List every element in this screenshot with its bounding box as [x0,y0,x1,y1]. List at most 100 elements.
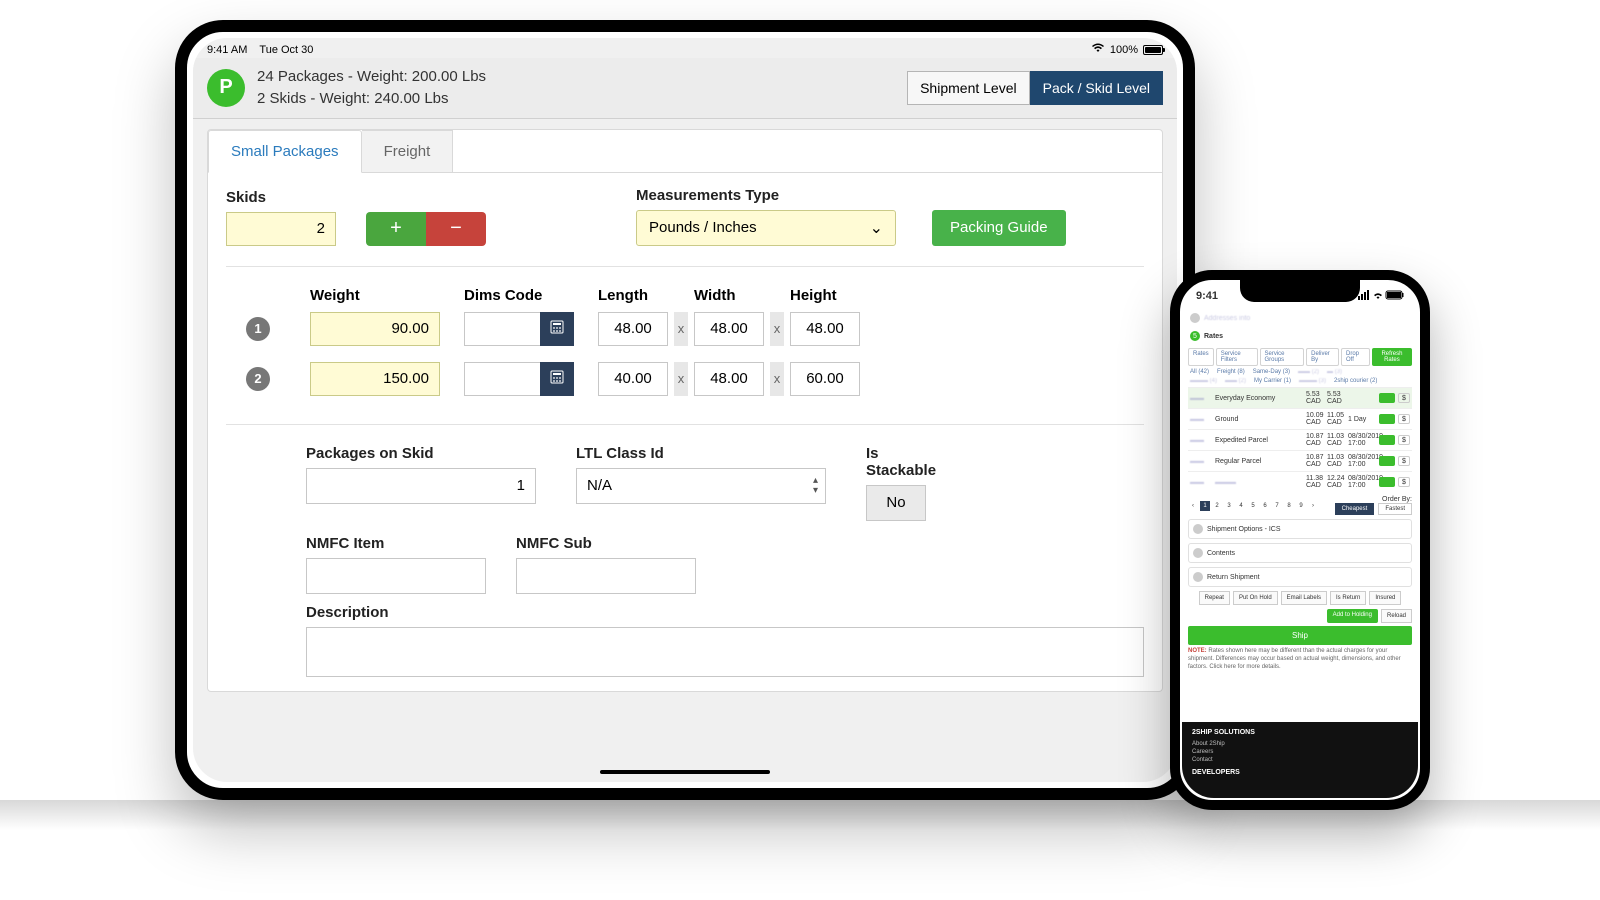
price-1: 11.38 CAD [1306,475,1324,489]
action-repeat[interactable]: Repeat [1199,591,1230,605]
action-is-return[interactable]: Is Return [1330,591,1366,605]
price-button[interactable]: $ [1398,456,1410,466]
rate-row[interactable]: ▬▬ Everyday Economy 5.53 CAD 5.53 CAD $ [1188,387,1412,408]
p-badge: P [207,69,245,107]
length-input[interactable] [598,312,668,346]
skids-input[interactable] [226,212,336,246]
select-rate-button[interactable] [1379,477,1395,487]
footer-link-about[interactable]: About 2Ship [1192,740,1408,748]
nmfc-item-input[interactable] [306,558,486,594]
description-input[interactable] [306,627,1144,677]
tab-freight[interactable]: Freight [362,130,454,172]
tab-small-packages[interactable]: Small Packages [208,130,362,173]
rate-row[interactable]: ▬▬ Ground 10.09 CAD 11.05 CAD 1 Day $ [1188,408,1412,429]
dims-code-input[interactable] [464,362,540,396]
page-number[interactable]: 3 [1224,501,1234,511]
section-shipment-options[interactable]: Shipment Options - ICS [1188,519,1412,539]
length-input[interactable] [598,362,668,396]
pagination[interactable]: ‹ 1 2 3 4 5 6 7 8 9 › [1188,501,1318,511]
page-number[interactable]: 4 [1236,501,1246,511]
packing-guide-button[interactable]: Packing Guide [932,210,1066,246]
section-contents[interactable]: Contents [1188,543,1412,563]
carrier-blurred[interactable]: ▬▬▬ (3) [1297,378,1328,384]
carrier-2ship[interactable]: 2ship courier (2) [1332,378,1379,384]
page-number[interactable]: 8 [1284,501,1294,511]
footer-link-careers[interactable]: Careers [1192,748,1408,756]
skids-label: Skids [226,189,486,206]
select-rate-button[interactable] [1379,414,1395,424]
select-rate-button[interactable] [1379,456,1395,466]
page-next[interactable]: › [1308,501,1318,511]
page-number[interactable]: 9 [1296,501,1306,511]
orderby-cheapest-button[interactable]: Cheapest [1335,503,1375,515]
section-return-shipment[interactable]: Return Shipment [1188,567,1412,587]
rate-row[interactable]: ▬▬ Expedited Parcel 10.87 CAD 11.03 CAD … [1188,429,1412,450]
page-number[interactable]: 2 [1212,501,1222,511]
measurements-select[interactable]: Pounds / Inches ⌄ [636,210,896,246]
skid-row: 1 x x [226,304,1144,354]
filter-blurred[interactable]: ▬▬ (2) [1296,369,1321,375]
width-input[interactable] [694,362,764,396]
weight-input[interactable] [310,312,440,346]
filter-blurred[interactable]: ▬ (3) [1325,369,1344,375]
width-input[interactable] [694,312,764,346]
filter-all[interactable]: All (42) [1188,369,1211,375]
height-input[interactable] [790,312,860,346]
carrier-blurred[interactable]: ▬▬▬ (4) [1188,378,1219,384]
price-button[interactable]: $ [1398,393,1410,403]
select-rate-button[interactable] [1379,393,1395,403]
price-button[interactable]: $ [1398,435,1410,445]
page-number[interactable]: 6 [1260,501,1270,511]
description-label: Description [306,604,1144,621]
subtab-rates[interactable]: Rates [1188,348,1214,366]
filter-freight[interactable]: Freight (8) [1215,369,1247,375]
carrier-blurred[interactable]: ▬▬ (2) [1223,378,1248,384]
carrier-mycarrier[interactable]: My Carrier (1) [1252,378,1293,384]
rate-row[interactable]: ▬▬ Regular Parcel 10.87 CAD 11.03 CAD 08… [1188,450,1412,471]
skids-increment-button[interactable]: + [366,212,426,246]
skids-decrement-button[interactable]: − [426,212,486,246]
weight-input[interactable] [310,362,440,396]
footer-link-contact[interactable]: Contact [1192,756,1408,764]
refresh-rates-button[interactable]: Refresh Rates [1372,348,1412,366]
reload-button[interactable]: Reload [1381,609,1412,623]
price-button[interactable]: $ [1398,477,1410,487]
page-prev[interactable]: ‹ [1188,501,1198,511]
action-insured[interactable]: Insured [1369,591,1401,605]
action-email-labels[interactable]: Email Labels [1281,591,1327,605]
service-name: Regular Parcel [1215,458,1303,465]
dims-lookup-button[interactable] [540,312,574,346]
subtab-service-groups[interactable]: Service Groups [1260,348,1305,366]
select-rate-button[interactable] [1379,435,1395,445]
page-number[interactable]: 1 [1200,501,1210,511]
carrier-logo-icon: ▬▬ [1190,437,1212,444]
packages-on-skid-input[interactable] [306,468,536,504]
section-addresses[interactable]: Addresses into [1204,315,1250,322]
subtab-deliver-by[interactable]: Deliver By [1306,348,1339,366]
dims-lookup-button[interactable] [540,362,574,396]
nmfc-sub-input[interactable] [516,558,696,594]
page-number[interactable]: 5 [1248,501,1258,511]
eta: 08/30/2019 17:00 [1348,454,1376,468]
is-stackable-toggle[interactable]: No [866,485,926,521]
ship-button[interactable]: Ship [1188,626,1412,645]
pack-skid-level-button[interactable]: Pack / Skid Level [1030,71,1163,105]
subtab-drop-off[interactable]: Drop Off [1341,348,1370,366]
price-button[interactable]: $ [1398,414,1410,424]
row-number-badge: 1 [246,317,270,341]
home-indicator[interactable] [600,770,770,774]
service-name: Expedited Parcel [1215,437,1303,444]
shipment-level-button[interactable]: Shipment Level [907,71,1030,105]
orderby-fastest-button[interactable]: Fastest [1378,503,1412,515]
filter-sameday[interactable]: Same-Day (3) [1251,369,1292,375]
dims-code-input[interactable] [464,312,540,346]
rate-row[interactable]: ▬▬ ▬▬▬ 11.38 CAD 12.24 CAD 08/30/2019 17… [1188,471,1412,492]
nmfc-item-label: NMFC Item [306,535,486,552]
subtab-service-filters[interactable]: Service Filters [1216,348,1258,366]
ltl-class-select[interactable] [576,468,826,504]
page-number[interactable]: 7 [1272,501,1282,511]
action-put-on-hold[interactable]: Put On Hold [1233,591,1278,605]
height-input[interactable] [790,362,860,396]
add-to-holding-button[interactable]: Add to Holding [1327,609,1378,623]
iphone-footer: 2SHIP SOLUTIONS About 2Ship Careers Cont… [1182,722,1418,798]
